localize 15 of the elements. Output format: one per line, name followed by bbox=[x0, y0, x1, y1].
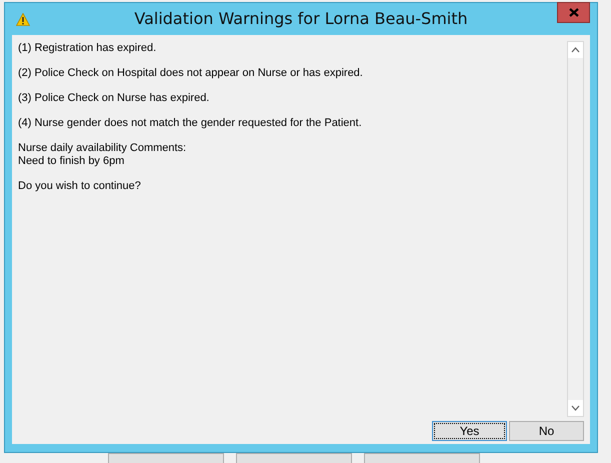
dialog-button[interactable]: Yes bbox=[432, 421, 507, 441]
close-icon bbox=[568, 8, 578, 17]
dialog-button[interactable]: No bbox=[509, 421, 584, 441]
message-text: (4) Nurse gender does not match the gender requested for the Patient. bbox=[18, 117, 363, 130]
warning-icon bbox=[16, 13, 30, 26]
close-button[interactable] bbox=[557, 2, 590, 23]
scroll-down-icon[interactable] bbox=[568, 400, 583, 416]
message-text: Nurse daily availability Comments: bbox=[18, 142, 188, 155]
message-text: (1) Registration has expired. bbox=[18, 42, 158, 55]
scroll-up-icon[interactable] bbox=[568, 42, 583, 58]
message-text: (3) Police Check on Nurse has expired. bbox=[18, 92, 210, 105]
message-text: Do you wish to continue? bbox=[18, 180, 142, 193]
message-text: Need to finish by 6pm bbox=[18, 155, 126, 168]
window-title: Validation Warnings for Lorna Beau-Smith bbox=[134, 8, 468, 30]
message-text: (2) Police Check on Hospital does not appear on Nurse or has expired. bbox=[18, 67, 364, 80]
